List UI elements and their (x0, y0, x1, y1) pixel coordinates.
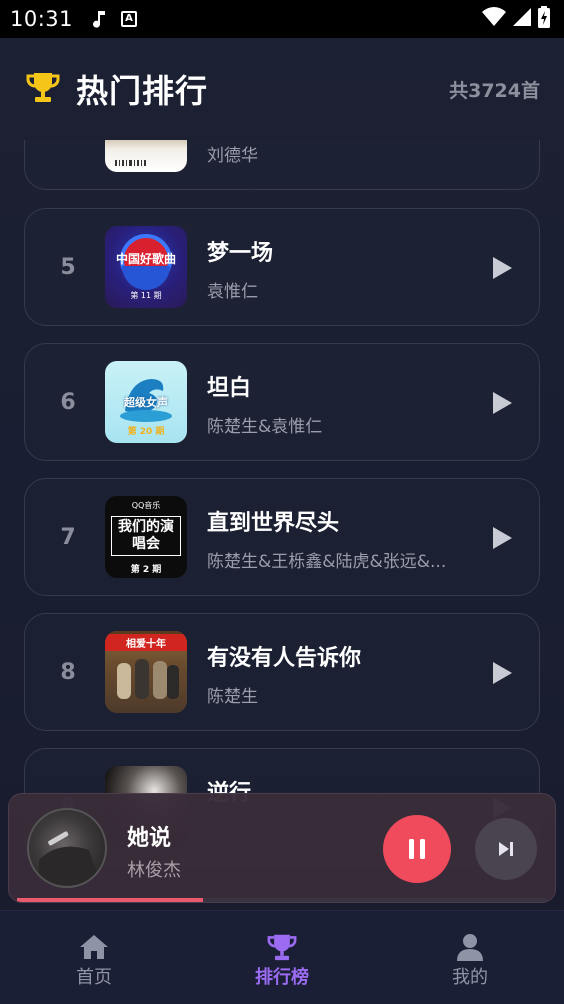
wifi-icon (482, 7, 506, 31)
play-icon (493, 257, 512, 279)
album-cover: 相爱十年 (105, 631, 187, 713)
pause-button[interactable] (383, 815, 451, 883)
nav-label-profile: 我的 (452, 967, 488, 988)
trophy-icon (26, 71, 60, 107)
song-card[interactable]: 8 相爱十年 有没有人告诉你 陈楚生 (24, 613, 540, 731)
mini-player[interactable]: 她说 林俊杰 (8, 793, 556, 903)
album-cover: 超级女声 第 20 期 (105, 361, 187, 443)
rank-number: 7 (60, 525, 76, 550)
rank-number: 4 (55, 140, 81, 191)
trophy-icon (267, 934, 297, 961)
cover-issue: 第 20 期 (127, 427, 165, 437)
battery-icon (538, 6, 550, 32)
cover-text: 我们的演唱会 (111, 516, 181, 556)
cover-text: 超级女声 (124, 396, 168, 409)
song-card[interactable]: 4 刘德华 (24, 140, 540, 190)
song-title: 有没有人告诉你 (207, 646, 362, 671)
cover-brand: QQ音乐 (131, 501, 161, 510)
status-bar: 10:31 A (0, 0, 564, 38)
playback-progress[interactable] (17, 898, 547, 902)
status-time: 10:31 (10, 7, 74, 31)
cover-text: 相爱十年 (105, 634, 187, 651)
album-cover: 中国好歌曲 第 11 期 (105, 226, 187, 308)
song-artist: 刘德华 (207, 146, 258, 166)
nav-label-home: 首页 (76, 967, 112, 988)
song-card[interactable]: 6 超级女声 第 20 期 坦白 陈楚生&袁惟仁 (24, 343, 540, 461)
play-icon (493, 662, 512, 684)
song-count: 共3724首 (449, 79, 540, 102)
now-playing-artist: 林俊杰 (127, 860, 181, 881)
nav-home[interactable]: 首页 (0, 911, 188, 1004)
page-header: 热门排行 共3724首 (0, 38, 564, 140)
play-button[interactable] (487, 388, 517, 418)
song-card[interactable]: 5 中国好歌曲 第 11 期 梦一场 袁惟仁 (24, 208, 540, 326)
bottom-nav: 首页 排行榜 我的 (0, 910, 564, 1004)
nav-profile[interactable]: 我的 (376, 911, 564, 1004)
status-indicators (482, 6, 550, 32)
rank-number: 8 (60, 660, 76, 685)
song-artist: 陈楚生&袁惟仁 (207, 417, 323, 437)
now-playing-cover[interactable] (27, 808, 107, 888)
song-artist: 陈楚生&王栎鑫&陆虎&张远&... (207, 552, 447, 572)
signal-icon (512, 7, 532, 31)
album-cover (105, 140, 187, 172)
user-icon (457, 934, 483, 961)
rank-number: 6 (60, 390, 76, 415)
album-cover: QQ音乐 我们的演唱会 第 2 期 (105, 496, 187, 578)
nav-ranking[interactable]: 排行榜 (188, 911, 376, 1004)
a-badge-icon: A (121, 11, 138, 27)
play-icon (493, 527, 512, 549)
song-title: 梦一场 (207, 241, 274, 266)
page-title: 热门排行 (76, 72, 209, 110)
skip-next-icon (499, 842, 513, 856)
song-title: 坦白 (207, 376, 252, 401)
play-icon (493, 392, 512, 414)
next-track-button[interactable] (475, 818, 537, 880)
now-playing-title: 她说 (127, 826, 172, 851)
song-artist: 袁惟仁 (207, 282, 258, 302)
cover-issue: 第 11 期 (130, 291, 162, 300)
progress-fill (17, 898, 203, 902)
song-card[interactable]: 7 QQ音乐 我们的演唱会 第 2 期 直到世界尽头 陈楚生&王栎鑫&陆虎&张远… (24, 478, 540, 596)
music-note-icon (93, 9, 107, 29)
cover-text: 中国好歌曲 (115, 252, 176, 266)
rank-number: 5 (60, 255, 76, 280)
play-button[interactable] (487, 523, 517, 553)
song-title: 直到世界尽头 (207, 511, 340, 536)
home-icon (80, 935, 108, 959)
nav-label-ranking: 排行榜 (255, 967, 309, 988)
pause-icon (409, 839, 425, 859)
play-button[interactable] (487, 253, 517, 283)
play-button[interactable] (487, 658, 517, 688)
cover-issue: 第 2 期 (130, 565, 162, 575)
song-artist: 陈楚生 (207, 687, 258, 707)
barcode-icon (115, 160, 146, 166)
